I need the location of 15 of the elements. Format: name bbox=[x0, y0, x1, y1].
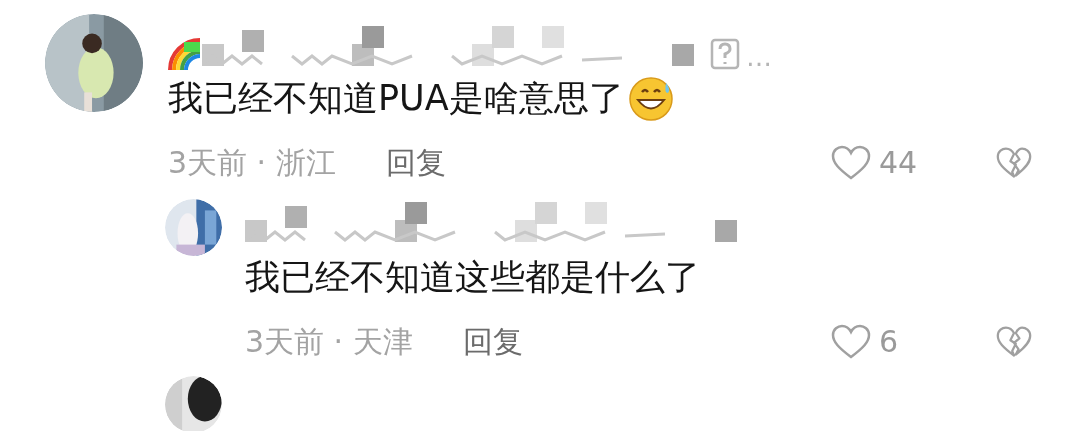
heart-icon[interactable] bbox=[831, 144, 871, 181]
rainbow-icon bbox=[168, 36, 202, 70]
reply-text: 我已经不知道这些都是什么了 bbox=[245, 255, 700, 299]
comment-text: 我已经不知道PUA是啥意思了 bbox=[168, 76, 624, 120]
like-count: 44 bbox=[879, 144, 918, 182]
heart-icon[interactable] bbox=[831, 323, 871, 360]
broken-heart-icon[interactable] bbox=[996, 324, 1032, 359]
reply-link[interactable]: 回复 bbox=[462, 319, 523, 364]
question-box-icon bbox=[710, 38, 740, 70]
like-count: 6 bbox=[879, 323, 899, 361]
broken-heart-icon[interactable] bbox=[996, 145, 1032, 180]
time-location: 3天前 · 浙江 bbox=[168, 144, 336, 182]
reply-link[interactable]: 回复 bbox=[385, 140, 446, 185]
name-ellipsis: … bbox=[746, 44, 772, 70]
time-location: 3天前 · 天津 bbox=[245, 323, 413, 361]
